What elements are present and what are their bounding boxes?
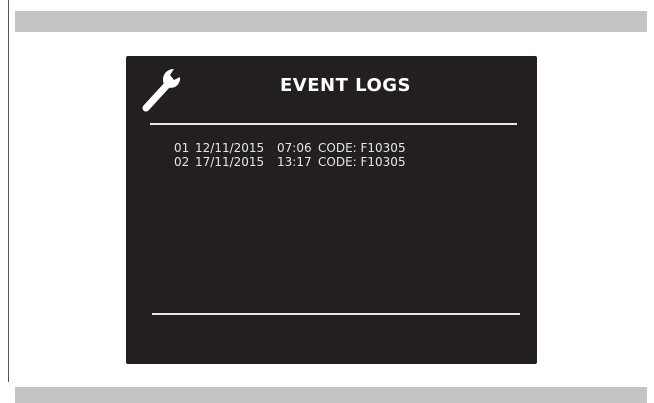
event-log-row[interactable]: 02 17/11/2015 13:17 CODE: F10305 bbox=[174, 155, 406, 169]
bottom-frame-band bbox=[15, 387, 647, 403]
page-margin-rule bbox=[8, 0, 9, 382]
screen-title: EVENT LOGS bbox=[280, 75, 411, 96]
event-log-list: 01 12/11/2015 07:06 CODE: F10305 02 17/11/20… bbox=[174, 141, 406, 169]
log-date: 12/11/2015 bbox=[195, 141, 265, 155]
top-frame-band bbox=[15, 11, 647, 32]
log-code: CODE: F10305 bbox=[318, 155, 406, 169]
event-log-row[interactable]: 01 12/11/2015 07:06 CODE: F10305 bbox=[174, 141, 406, 155]
log-time: 07:06 bbox=[277, 141, 312, 155]
event-logs-screen: EVENT LOGS 01 12/11/2015 07:06 CODE: F10305… bbox=[126, 56, 537, 364]
log-date: 17/11/2015 bbox=[195, 155, 265, 169]
log-index: 01 bbox=[174, 141, 190, 155]
log-code: CODE: F10305 bbox=[318, 141, 406, 155]
log-index: 02 bbox=[174, 155, 190, 169]
log-time: 13:17 bbox=[277, 155, 312, 169]
title-divider bbox=[150, 123, 517, 125]
footer-divider bbox=[152, 313, 520, 315]
